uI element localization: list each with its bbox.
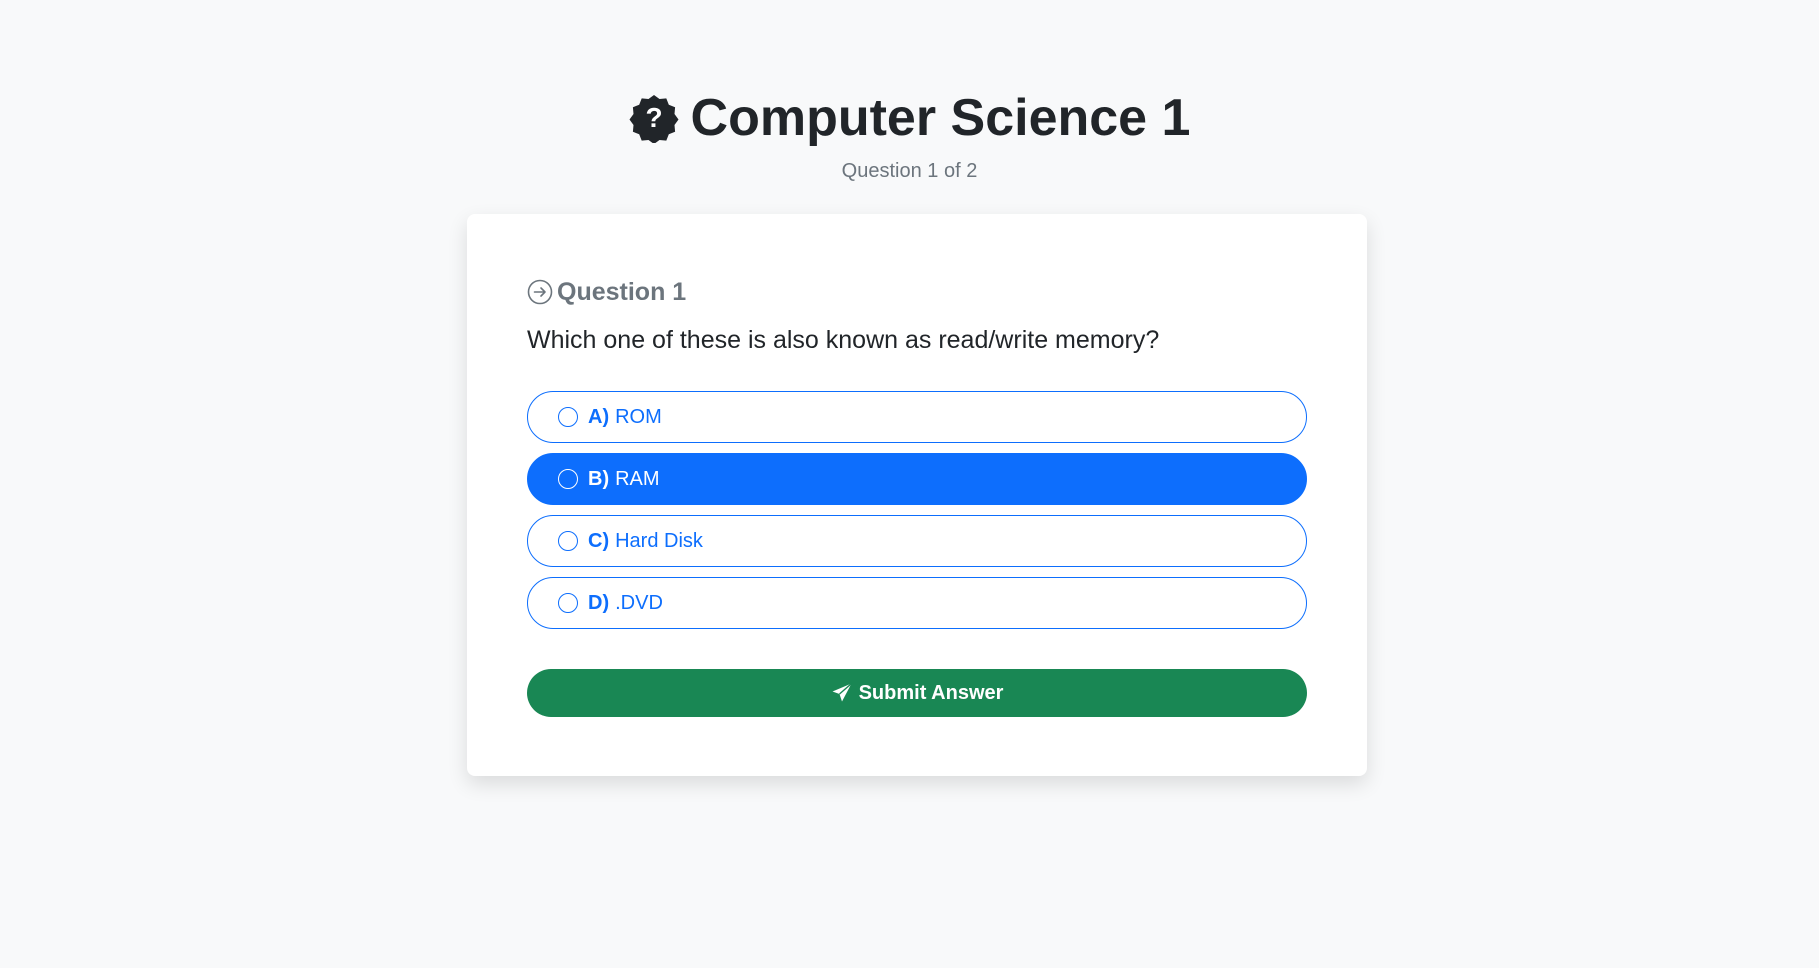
question-progress: Question 1 of 2 — [841, 160, 978, 182]
question-heading: Question 1 — [527, 274, 686, 310]
option-letter: C) — [588, 529, 610, 552]
question-heading-label: Question 1 — [557, 277, 687, 306]
option-label: Hard Disk — [615, 529, 703, 552]
question-badge-icon: ? — [629, 93, 679, 143]
radio-icon[interactable] — [558, 469, 578, 489]
answer-option-d[interactable]: D) .DVD — [527, 577, 1307, 629]
quiz-title-row: ? Computer Science 1 — [0, 86, 1819, 150]
radio-icon[interactable] — [558, 407, 578, 427]
submit-answer-button[interactable]: Submit Answer — [527, 669, 1307, 717]
option-letter: A) — [588, 405, 610, 428]
radio-icon[interactable] — [558, 593, 578, 613]
option-label: RAM — [615, 467, 660, 490]
question-text: Which one of these is also known as read… — [527, 326, 1160, 354]
question-card: Question 1 Which one of these is also kn… — [467, 214, 1367, 776]
option-label: .DVD — [615, 591, 663, 614]
option-label: ROM — [615, 405, 662, 428]
submit-answer-label: Submit Answer — [858, 681, 1004, 704]
answer-options: A) ROM B) RAM C) Hard Disk D) .DVD — [527, 391, 1307, 639]
option-letter: B) — [588, 467, 610, 490]
radio-icon[interactable] — [558, 531, 578, 551]
answer-option-c[interactable]: C) Hard Disk — [527, 515, 1307, 567]
option-letter: D) — [588, 591, 610, 614]
answer-option-a[interactable]: A) ROM — [527, 391, 1307, 443]
page-title: Computer Science 1 — [690, 89, 1191, 147]
svg-text:?: ? — [645, 102, 662, 133]
answer-option-b[interactable]: B) RAM — [527, 453, 1307, 505]
send-icon — [831, 682, 853, 704]
arrow-right-circle-icon — [527, 279, 553, 305]
